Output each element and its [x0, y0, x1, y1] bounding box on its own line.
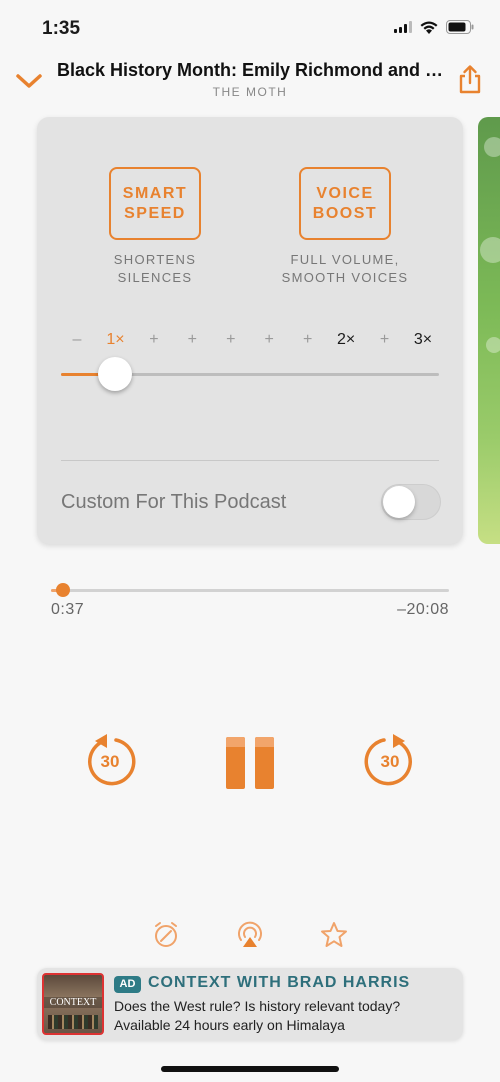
share-button[interactable] — [458, 64, 482, 94]
custom-for-podcast-label: Custom For This Podcast — [61, 491, 287, 513]
ad-artwork-books — [48, 1015, 98, 1029]
smart-speed-label-line1: SMART — [122, 184, 188, 202]
smart-speed-description: SHORTENS SILENCES — [65, 251, 245, 287]
wifi-icon — [420, 21, 438, 34]
sleep-timer-icon — [155, 922, 177, 947]
status-time: 1:35 — [42, 18, 81, 39]
voice-boost-desc-line2: SMOOTH VOICES — [281, 270, 409, 285]
ad-artwork: CONTEXT — [42, 973, 104, 1035]
time-remaining: –20:08 — [397, 601, 449, 618]
episode-title: Black History Month: Emily Richmond and … — [57, 60, 449, 80]
speed-tick-9: 3× — [413, 331, 433, 348]
ad-title: CONTEXT WITH BRAD HARRIS — [148, 974, 411, 991]
audio-effects-panel: SMART SPEED SHORTENS SILENCES VOICE BOOST … — [37, 117, 463, 544]
speed-tick-labels: – 1× + + + + +2× +3× — [61, 331, 439, 353]
cellular-signal-icon — [394, 21, 412, 33]
time-elapsed: 0:37 — [51, 601, 85, 618]
smart-speed-button[interactable]: SMART SPEED — [109, 167, 201, 240]
skip-back-button[interactable]: 30 — [82, 733, 138, 791]
sleep-timer-button[interactable] — [151, 920, 181, 950]
speed-tick-1: 1× — [106, 331, 125, 348]
voice-boost-label-line1: VOICE — [316, 184, 374, 202]
speed-tick-7: 2× — [336, 331, 356, 348]
smart-speed-desc-line2: SILENCES — [117, 270, 193, 285]
skip-forward-seconds: 30 — [380, 752, 400, 771]
home-indicator — [161, 1066, 339, 1072]
battery-icon — [446, 20, 474, 34]
status-icons — [394, 20, 474, 34]
airplay-button[interactable] — [235, 920, 265, 950]
podcast-name[interactable]: THE MOTH — [0, 85, 500, 99]
ad-badge: AD — [114, 976, 141, 993]
voice-boost-button[interactable]: VOICE BOOST — [299, 167, 391, 240]
toggle-knob — [383, 486, 415, 518]
pause-icon-bar-right — [255, 737, 274, 789]
speed-tick-4: + — [226, 331, 236, 348]
custom-for-podcast-toggle[interactable] — [381, 484, 441, 520]
smart-speed-label-line2: SPEED — [124, 204, 186, 222]
pause-button[interactable] — [224, 737, 276, 789]
ad-artwork-text: CONTEXT — [44, 997, 102, 1008]
panel-divider — [61, 460, 439, 461]
playback-speed-slider[interactable] — [61, 357, 439, 391]
smart-speed-desc-line1: SHORTENS — [113, 252, 197, 267]
skip-forward-button[interactable]: 30 — [362, 733, 418, 791]
skip-back-seconds: 30 — [100, 752, 120, 771]
pause-icon-bar-left — [226, 737, 245, 789]
speed-tick-3: + — [187, 331, 197, 348]
share-icon — [459, 65, 481, 94]
speed-tick-6: + — [302, 331, 313, 348]
ad-description-line2: Available 24 hours early on Himalaya — [114, 1017, 345, 1033]
voice-boost-description: FULL VOLUME, SMOOTH VOICES — [255, 251, 435, 287]
ad-banner[interactable]: CONTEXT AD CONTEXT WITH BRAD HARRIS Does… — [37, 968, 463, 1040]
speed-tick-8: + — [379, 331, 390, 348]
progress-scrubber[interactable] — [55, 583, 70, 597]
speed-tick-2: + — [149, 331, 159, 348]
airplay-icon — [238, 921, 262, 947]
star-button[interactable] — [319, 920, 349, 950]
voice-boost-desc-line1: FULL VOLUME, — [290, 252, 400, 267]
speed-slider-thumb[interactable] — [98, 357, 133, 391]
episode-progress-bar[interactable] — [51, 583, 449, 597]
next-artwork[interactable] — [478, 117, 500, 544]
speed-tick-0: – — [72, 331, 82, 348]
ad-description-line1: Does the West rule? Is history relevant … — [114, 998, 401, 1014]
star-icon — [321, 922, 347, 947]
speed-tick-5: + — [264, 331, 274, 348]
voice-boost-label-line2: BOOST — [312, 204, 378, 222]
